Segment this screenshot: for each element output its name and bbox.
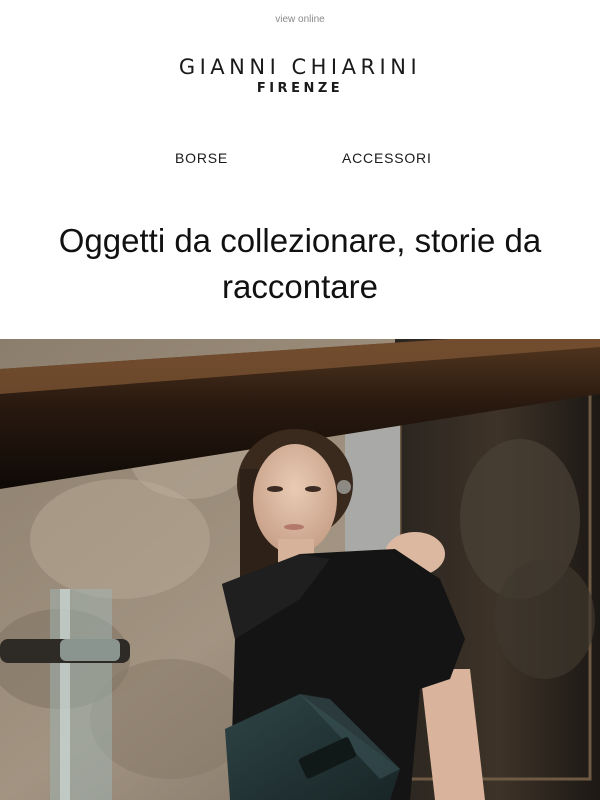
logo-city: FIRENZE	[256, 81, 344, 96]
nav-link-accessori[interactable]: ACCESSORI	[342, 150, 432, 166]
logo-brand-name: GIANNI CHIARINI	[178, 55, 422, 79]
view-online-link[interactable]: view online	[0, 14, 600, 25]
email-page: view online GIANNI CHIARINI FIRENZE BORS…	[0, 0, 600, 800]
brand-logo[interactable]: GIANNI CHIARINI FIRENZE	[0, 54, 600, 98]
nav-link-borse[interactable]: BORSE	[175, 150, 228, 166]
hero-image[interactable]	[0, 339, 600, 800]
category-nav: BORSE ACCESSORI	[0, 150, 600, 168]
page-headline: Oggetti da collezionare, storie da racco…	[58, 222, 542, 305]
model-with-bag-photo	[0, 339, 600, 800]
